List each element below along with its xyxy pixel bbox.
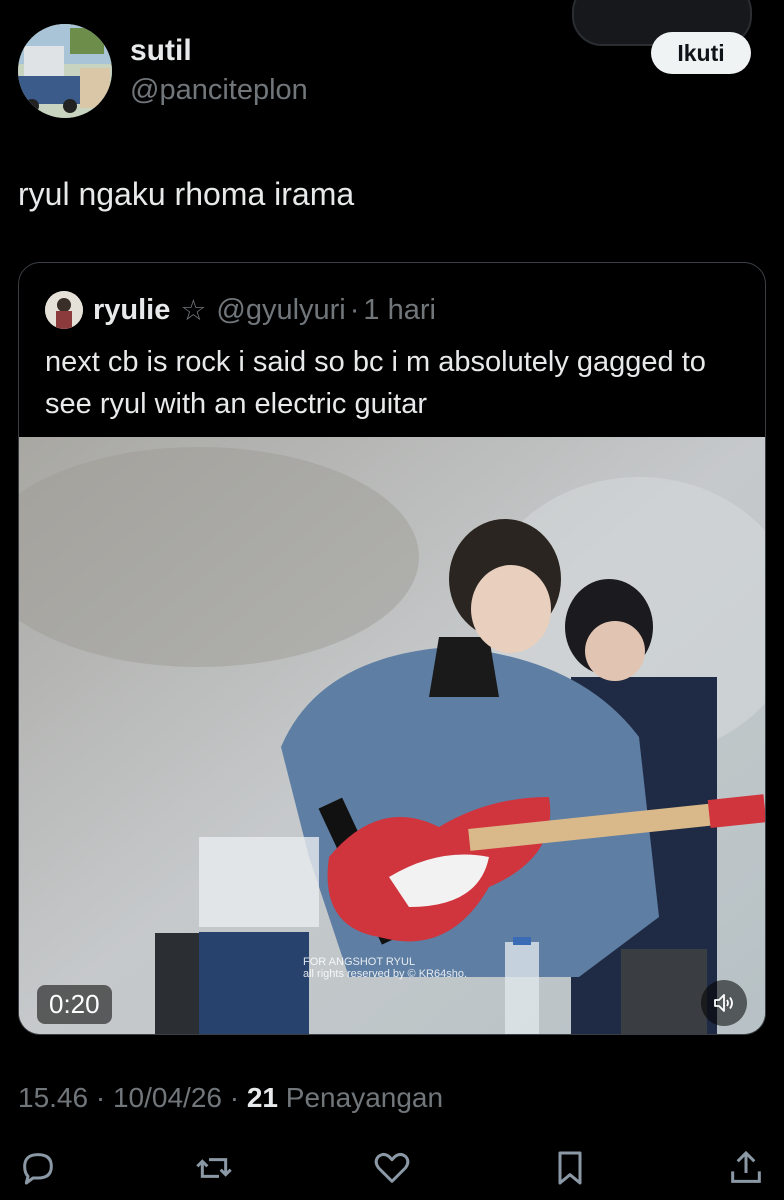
reply-icon[interactable] bbox=[18, 1148, 58, 1188]
video-player[interactable]: FOR ANGSHOT RYUL all rights reserved by … bbox=[19, 437, 765, 1034]
quote-time: 1 hari bbox=[363, 293, 436, 326]
avatar[interactable] bbox=[18, 24, 112, 118]
meta-separator: · bbox=[95, 1082, 106, 1113]
sound-icon bbox=[714, 994, 733, 1012]
quote-text: next cb is rock i said so bc i m absolut… bbox=[45, 346, 706, 420]
quote-header: ryulie ☆ @gyulyuri · 1 hari bbox=[45, 291, 436, 329]
tweet-meta: 15.46 · 10/04/26 · 21 Penayangan bbox=[18, 1082, 443, 1114]
watermark-line-2: all rights reserved by © KR64sho. bbox=[303, 968, 468, 980]
bookmark-icon[interactable] bbox=[550, 1148, 590, 1188]
views-label[interactable]: Penayangan bbox=[286, 1082, 443, 1113]
views-count: 21 bbox=[246, 1082, 279, 1113]
watermark-line-1: FOR ANGSHOT RYUL bbox=[303, 956, 416, 968]
sound-toggle-button[interactable] bbox=[701, 980, 747, 1026]
author-name[interactable]: sutil bbox=[130, 34, 192, 68]
action-bar bbox=[0, 1140, 784, 1196]
tweet-date: 10/04/26 bbox=[112, 1082, 222, 1113]
avatar-image bbox=[18, 24, 112, 118]
repost-icon[interactable] bbox=[194, 1148, 234, 1188]
video-duration-badge: 0:20 bbox=[37, 985, 112, 1024]
meta-separator: · bbox=[229, 1082, 240, 1113]
share-icon[interactable] bbox=[726, 1148, 766, 1188]
tweet-text: ryul ngaku rhoma irama bbox=[18, 176, 355, 212]
video-watermark: FOR ANGSHOT RYUL all rights reserved by … bbox=[303, 956, 467, 980]
quote-author-handle: @gyulyuri bbox=[216, 293, 346, 326]
follow-button[interactable]: Ikuti bbox=[651, 32, 751, 74]
quote-separator: · bbox=[349, 293, 360, 326]
quote-avatar bbox=[45, 291, 83, 329]
like-icon[interactable] bbox=[372, 1148, 412, 1188]
quote-star: ☆ bbox=[180, 294, 207, 327]
video-frame bbox=[19, 437, 765, 1034]
author-handle[interactable]: @panciteplon bbox=[130, 74, 308, 107]
quote-author-name: ryulie bbox=[93, 293, 171, 326]
quoted-tweet[interactable]: ryulie ☆ @gyulyuri · 1 hari next cb is r… bbox=[18, 262, 766, 1035]
tweet-time: 15.46 bbox=[18, 1082, 89, 1113]
